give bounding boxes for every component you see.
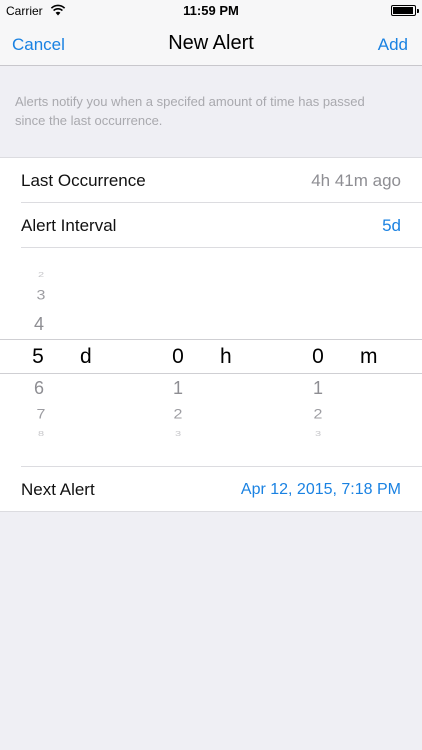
picker-minute-option[interactable]: 1 [303, 378, 333, 399]
picker-hour-selected[interactable]: 0 [163, 345, 193, 369]
picker-hour-option[interactable]: 2 [163, 407, 193, 422]
next-alert-value: Apr 12, 2015, 7:18 PM [240, 481, 401, 498]
picker-day-unit: d [80, 345, 92, 368]
picker-hour-option[interactable]: 3 [163, 430, 193, 438]
alert-interval-label: Alert Interval [21, 216, 117, 235]
page-title: New Alert [168, 32, 254, 54]
next-alert-row[interactable]: Next Alert Apr 12, 2015, 7:18 PM [0, 467, 422, 512]
alert-description: Alerts notify you when a specifed amount… [15, 94, 365, 128]
last-occurrence-row[interactable]: Last Occurrence 4h 41m ago [0, 158, 422, 203]
picker-hour-unit: h [220, 345, 232, 368]
alert-interval-row[interactable]: Alert Interval 5d [0, 203, 422, 248]
status-time: 11:59 PM [183, 3, 239, 18]
next-alert-label: Next Alert [21, 480, 95, 499]
picker-day-option[interactable]: 2 [26, 271, 56, 279]
battery-icon [391, 5, 419, 16]
battery-fill [393, 7, 413, 14]
picker-selection-band [0, 339, 422, 374]
picker-day-option[interactable]: 8 [26, 430, 56, 438]
alert-interval-value: 5d [382, 216, 401, 235]
picker-hour-option[interactable]: 1 [163, 378, 193, 399]
picker-day-selected[interactable]: 5 [23, 345, 53, 369]
last-occurrence-value: 4h 41m ago [311, 171, 401, 190]
picker-minute-selected[interactable]: 0 [303, 345, 333, 369]
picker-minute-option[interactable]: 3 [303, 430, 333, 438]
picker-day-option[interactable]: 3 [26, 288, 56, 303]
navigation-bar: Cancel New Alert Add [0, 22, 422, 66]
last-occurrence-label: Last Occurrence [21, 171, 146, 190]
add-button[interactable]: Add [378, 35, 408, 55]
picker-minute-unit: m [360, 345, 378, 368]
interval-picker[interactable]: 2 3 4 5 d 6 7 8 0 h 1 2 3 0 m 1 2 3 [0, 247, 422, 466]
picker-day-option[interactable]: 4 [24, 314, 54, 335]
picker-day-option[interactable]: 7 [26, 407, 56, 422]
picker-minute-option[interactable]: 2 [303, 407, 333, 422]
picker-day-option[interactable]: 6 [24, 378, 54, 399]
status-bar: Carrier 11:59 PM [0, 0, 422, 22]
